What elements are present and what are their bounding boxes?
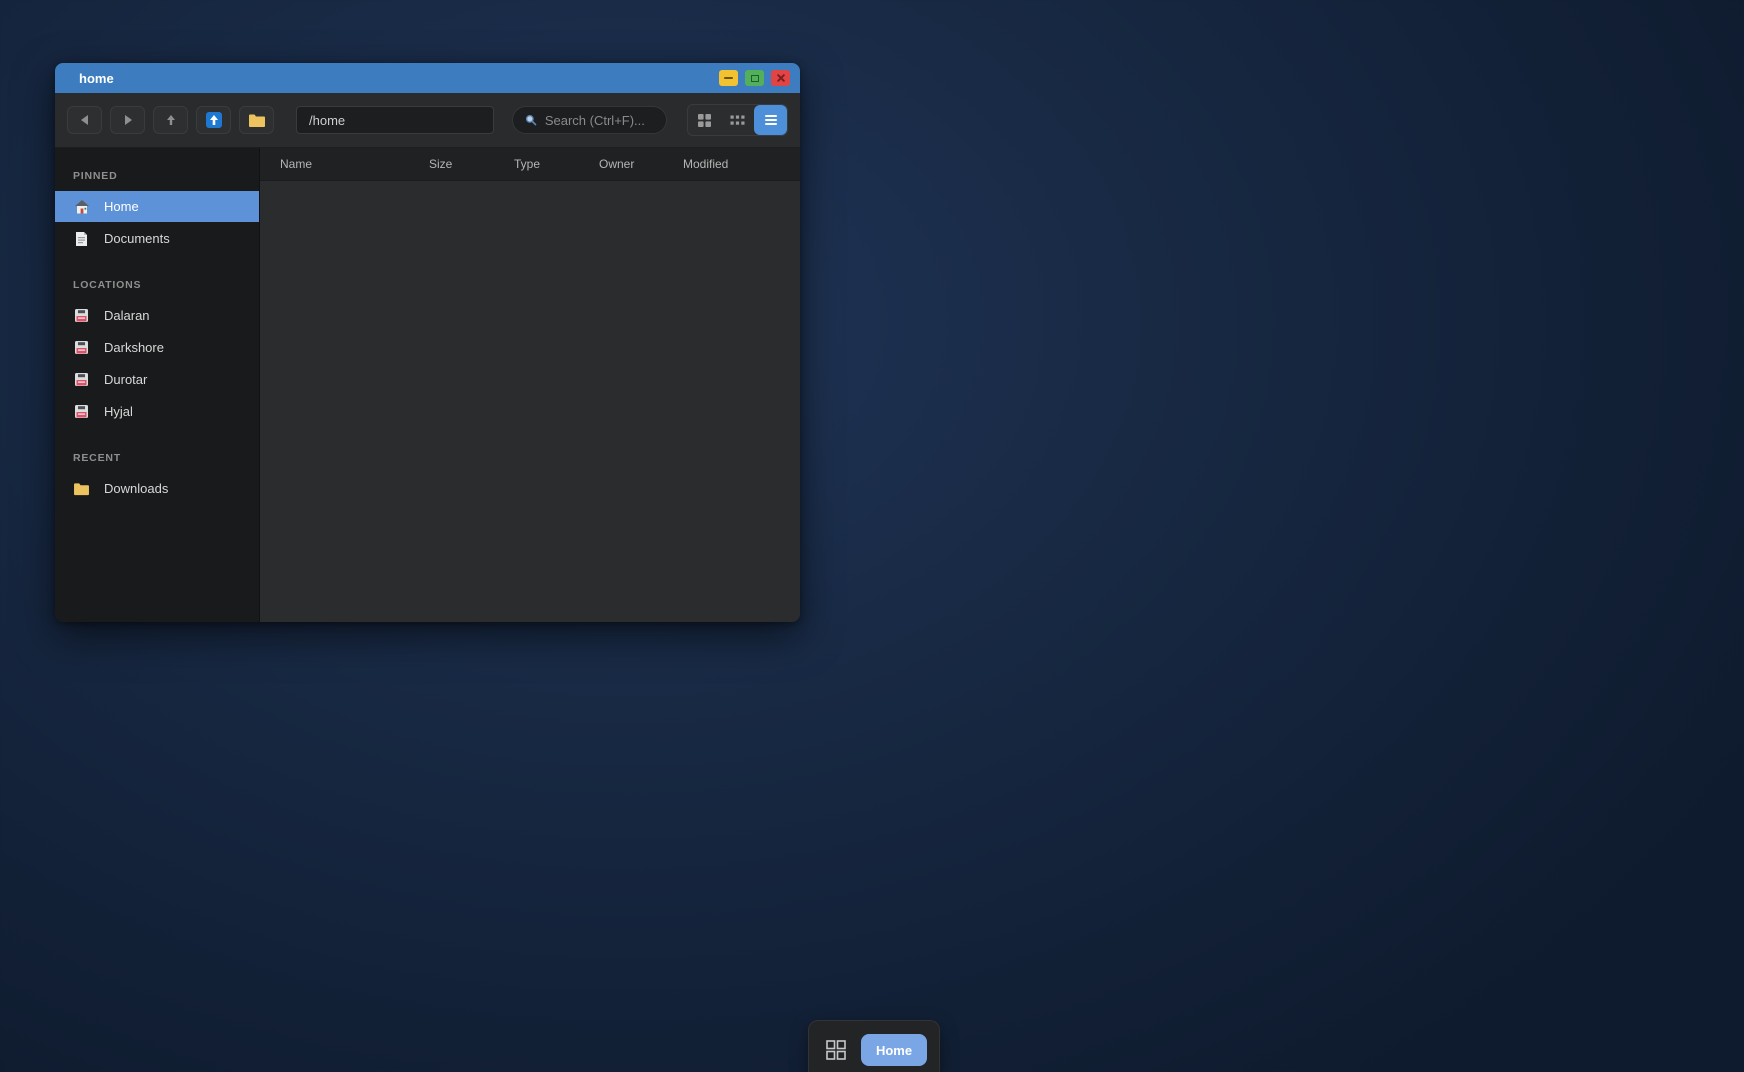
up-button[interactable] bbox=[153, 106, 188, 134]
close-icon bbox=[776, 73, 786, 83]
sidebar-item-dalaran[interactable]: Dalaran bbox=[55, 300, 259, 331]
taskbar-home-button[interactable]: Home bbox=[861, 1034, 927, 1066]
search-input[interactable] bbox=[545, 113, 654, 128]
column-header-modified[interactable]: Modified bbox=[683, 157, 800, 171]
sidebar-item-label: Documents bbox=[104, 231, 170, 246]
minimize-icon bbox=[724, 77, 733, 79]
column-header-name[interactable]: Name bbox=[280, 157, 429, 171]
view-large-icons-button[interactable] bbox=[688, 105, 721, 135]
house-icon bbox=[73, 198, 90, 215]
sidebar-item-label: Home bbox=[104, 199, 139, 214]
view-list-button[interactable] bbox=[754, 105, 787, 135]
grid-small-icon bbox=[730, 115, 745, 126]
sidebar-item-home[interactable]: Home bbox=[55, 191, 259, 222]
sidebar-item-documents[interactable]: Documents bbox=[55, 223, 259, 254]
window-body: PINNED Home bbox=[55, 148, 800, 622]
sidebar-item-label: Hyjal bbox=[104, 404, 133, 419]
file-list-panel: Name Size Type Owner Modified bbox=[260, 148, 800, 622]
view-small-icons-button[interactable] bbox=[721, 105, 754, 135]
up-arrow-blue-square-icon bbox=[205, 111, 223, 129]
desktop: { "window": { "title": "home", "controls… bbox=[0, 0, 1744, 1072]
arrow-right-icon bbox=[121, 113, 135, 127]
close-button[interactable] bbox=[771, 70, 790, 86]
disk-icon bbox=[73, 307, 90, 324]
sidebar-item-durotar[interactable]: Durotar bbox=[55, 364, 259, 395]
file-manager-window: home bbox=[55, 63, 800, 622]
sidebar-section-locations: LOCATIONS bbox=[55, 269, 259, 299]
titlebar[interactable]: home bbox=[55, 63, 800, 93]
file-list-header: Name Size Type Owner Modified bbox=[260, 148, 800, 181]
column-header-owner[interactable]: Owner bbox=[599, 157, 683, 171]
magnifier-icon bbox=[525, 113, 537, 127]
list-lines-icon bbox=[764, 114, 778, 126]
taskbar: Home bbox=[808, 1020, 940, 1072]
disk-icon bbox=[73, 371, 90, 388]
sidebar-item-hyjal[interactable]: Hyjal bbox=[55, 396, 259, 427]
sidebar-item-label: Durotar bbox=[104, 372, 147, 387]
path-input[interactable] bbox=[296, 106, 494, 134]
minimize-button[interactable] bbox=[719, 70, 738, 86]
back-button[interactable] bbox=[67, 106, 102, 134]
go-up-blue-button[interactable] bbox=[196, 106, 231, 134]
sidebar-item-label: Downloads bbox=[104, 481, 168, 496]
sidebar-item-label: Darkshore bbox=[104, 340, 164, 355]
new-folder-button[interactable] bbox=[239, 106, 274, 134]
view-mode-group bbox=[687, 104, 788, 136]
document-icon bbox=[73, 230, 90, 247]
file-list-body[interactable] bbox=[260, 181, 800, 622]
folder-icon bbox=[248, 113, 266, 128]
toolbar bbox=[55, 93, 800, 148]
sidebar: PINNED Home bbox=[55, 148, 260, 622]
sidebar-item-darkshore[interactable]: Darkshore bbox=[55, 332, 259, 363]
maximize-button[interactable] bbox=[745, 70, 764, 86]
window-title: home bbox=[79, 71, 719, 86]
window-controls bbox=[719, 70, 790, 86]
disk-icon bbox=[73, 403, 90, 420]
arrow-up-icon bbox=[164, 113, 178, 127]
grid-large-icon bbox=[697, 113, 712, 128]
column-header-type[interactable]: Type bbox=[514, 157, 599, 171]
app-launcher-button[interactable] bbox=[825, 1039, 847, 1061]
sidebar-item-label: Dalaran bbox=[104, 308, 150, 323]
search-field[interactable] bbox=[512, 106, 667, 134]
forward-button[interactable] bbox=[110, 106, 145, 134]
folder-icon bbox=[73, 480, 90, 497]
app-grid-icon bbox=[825, 1039, 847, 1061]
sidebar-section-pinned: PINNED bbox=[55, 160, 259, 190]
column-header-size[interactable]: Size bbox=[429, 157, 514, 171]
arrow-left-icon bbox=[78, 113, 92, 127]
sidebar-item-downloads[interactable]: Downloads bbox=[55, 473, 259, 504]
sidebar-section-recent: RECENT bbox=[55, 442, 259, 472]
disk-icon bbox=[73, 339, 90, 356]
maximize-icon bbox=[751, 75, 759, 82]
